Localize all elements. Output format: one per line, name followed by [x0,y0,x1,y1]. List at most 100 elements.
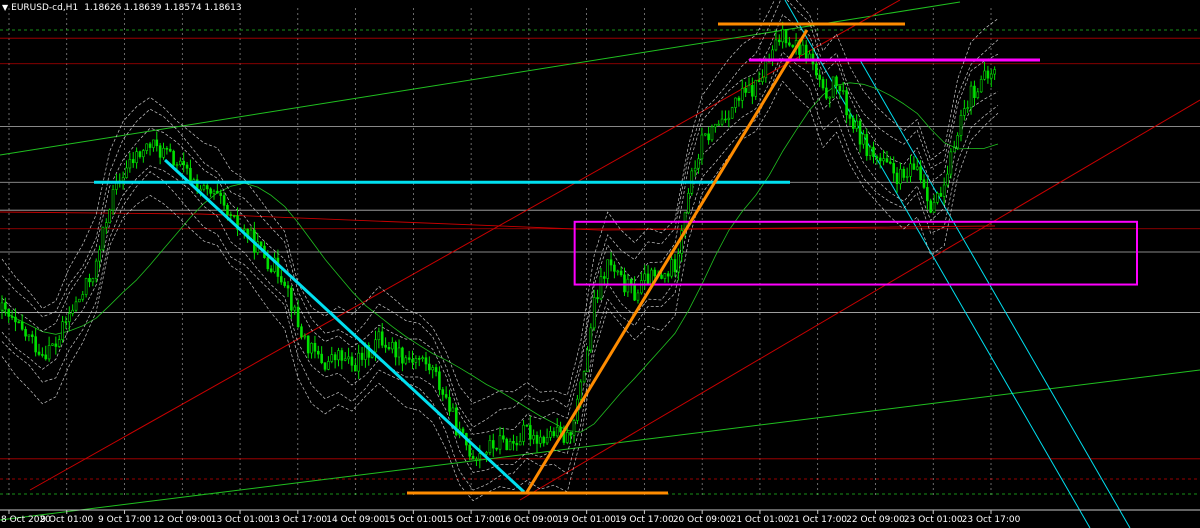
candle-body [831,76,835,98]
candle-body [838,85,842,91]
candle-body [168,148,172,152]
candle-body [290,287,293,311]
candle-body [296,306,300,328]
candle-body [88,278,91,283]
candle-body [310,342,313,354]
candle-body [417,358,421,360]
candle-body [286,285,290,289]
x-tick-label: 23 Oct 01:00 [904,515,963,525]
candle-body [515,442,519,446]
candle-body [882,158,885,162]
candle-body [582,371,586,383]
candle-body [212,190,216,194]
candle-body [905,175,909,178]
candle-body [643,273,646,281]
candle-body [737,97,741,101]
candle-body [316,350,320,355]
candle-body [158,145,162,158]
candle-body [34,336,37,353]
candle-body [939,193,943,197]
candle-body [360,352,364,360]
candle-body [559,426,562,433]
candle-body [303,335,307,338]
x-tick-label: 20 Oct 09:00 [673,515,732,525]
candle-body [899,168,902,185]
candle-body [64,321,68,323]
candle-body [424,357,428,365]
candle-body [989,73,993,79]
orange-uptrend-line[interactable] [525,29,809,493]
candle-body [865,133,869,156]
candle-body [714,123,717,128]
candle-body [387,347,391,350]
candle-body [744,88,747,93]
candle-body [852,118,855,129]
candle-body [528,425,532,440]
candle-body [963,108,966,116]
candle-body [895,172,899,185]
candle-body [313,342,317,352]
candle-body [740,88,744,101]
candle-body [932,201,936,213]
candle-body [172,150,175,166]
candle-body [216,190,219,194]
candle-body [74,301,78,311]
candle-body [966,107,970,109]
candle-body [986,70,990,79]
candle-body [946,173,949,186]
candle-body [848,114,852,119]
candle-body [505,438,509,451]
candle-body [105,222,108,228]
candle-body [451,407,455,412]
envelope-band-lower [1,57,999,491]
candle-body [498,435,502,450]
candle-body [94,260,98,279]
candle-body [596,297,599,300]
candle-body [175,164,179,166]
candle-body [579,381,583,400]
candle-body [135,151,138,164]
candle-body [919,166,922,181]
candle-body [41,354,44,356]
candle-body [616,270,620,273]
candle-body [67,313,71,322]
candle-body [259,241,263,247]
candle-body [912,163,916,170]
price-chart[interactable]: 8 Oct 20209 Oct 01:00 9 Oct 17:00 12 Oct 0… [0,0,1200,528]
x-tick-label: 12 Oct 09:00 [153,515,212,525]
candle-body [394,342,397,358]
candle-body [650,269,653,285]
candle-body [909,163,912,177]
candle-body [202,185,206,190]
candle-body [552,431,556,437]
x-tick-label: 22 Oct 09:00 [846,515,905,525]
candle-body [653,269,657,277]
x-tick-label: 21 Oct 01:00 [731,515,790,525]
candle-body [266,257,270,270]
candle-body [242,228,246,231]
candle-body [276,257,280,277]
candle-body [677,253,680,273]
candle-body [599,276,603,300]
candle-body [448,397,451,412]
candle-body [441,389,445,395]
candle-body [720,118,724,125]
candle-body [710,126,714,141]
candle-body [10,316,14,318]
candle-body [71,309,74,314]
candle-body [542,436,546,444]
candle-body [131,159,135,164]
candle-body [535,435,539,444]
candle-body [330,354,334,362]
candle-body [81,294,85,300]
candle-body [825,87,828,99]
candle-body [761,77,764,82]
candle-body [491,440,495,449]
candle-body [57,339,61,347]
candle-body [703,133,707,136]
candle-body [30,334,34,337]
candle-body [414,358,418,363]
candle-body [717,123,721,126]
candle-body [969,85,973,108]
candle-body [640,280,643,294]
